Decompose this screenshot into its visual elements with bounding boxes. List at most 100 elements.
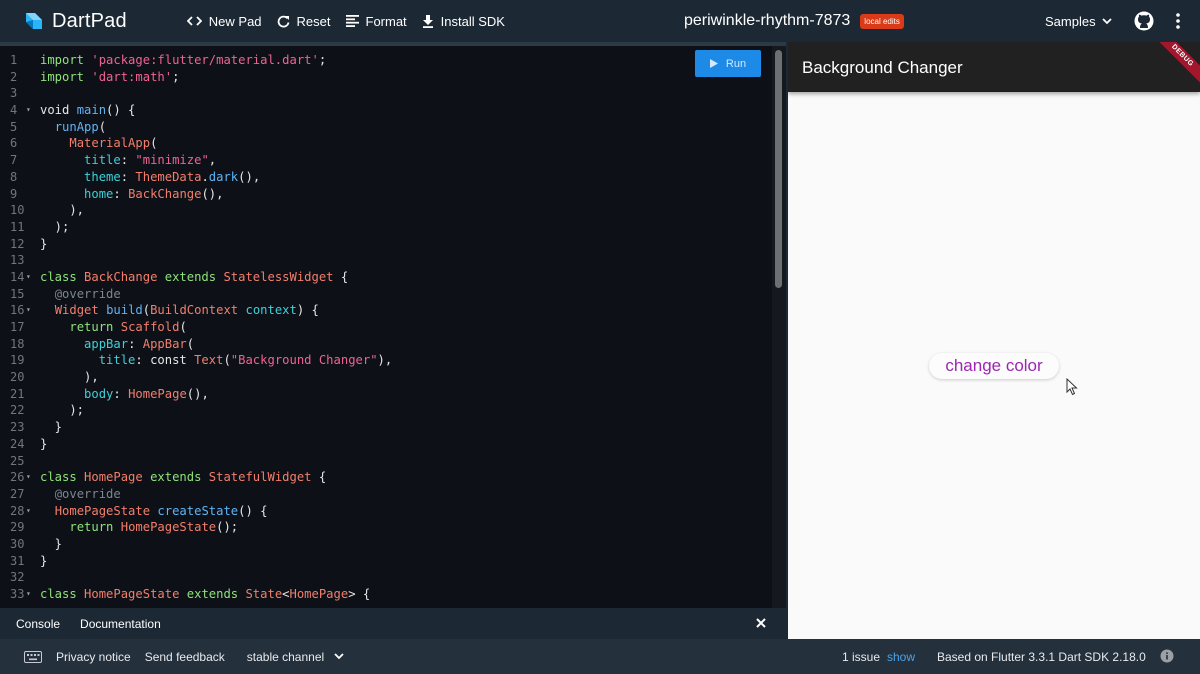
code-line[interactable] [40,85,392,102]
code-line[interactable] [40,569,392,586]
code-token: ) { [296,303,319,318]
code-token: void [40,103,77,118]
code-token: HomePageState [54,503,158,518]
project-name[interactable]: periwinkle-rhythm-7873 [684,12,850,30]
code-token: main [76,103,107,118]
fold-toggle-icon[interactable]: ▾ [26,503,31,520]
code-line[interactable]: void main() { [40,102,392,119]
code-token: dark [208,169,239,184]
line-number: 29 [10,520,25,535]
code-line[interactable]: @override [40,486,392,503]
code-token: "Background Changer" [230,353,378,368]
line-number: 7 [10,153,18,168]
code-token: BuildContext [150,303,246,318]
code-line[interactable]: ), [40,202,392,219]
line-number: 10 [10,203,25,218]
code-line[interactable]: } [40,419,392,436]
code-line[interactable]: runApp( [40,119,392,136]
privacy-notice-link[interactable]: Privacy notice [56,650,131,664]
code-line[interactable]: import 'dart:math'; [40,69,392,86]
install-sdk-button[interactable]: Install SDK [422,7,505,35]
code-line[interactable]: return HomePageState(); [40,519,392,536]
code-line[interactable]: } [40,436,392,453]
line-number: 32 [10,570,25,585]
line-number: 9 [10,186,18,201]
code-line[interactable]: body: HomePage(), [40,386,392,403]
code-line[interactable]: class BackChange extends StatelessWidget… [40,269,392,286]
code-line[interactable]: return Scaffold( [40,319,392,336]
code-line[interactable]: @override [40,286,392,303]
channel-dropdown[interactable]: stable channel [247,650,344,664]
code-line[interactable]: class HomePageState extends State<HomePa… [40,586,392,603]
code-token: 'package:flutter/material.dart' [91,53,319,67]
editor-scrollbar[interactable] [772,46,786,608]
send-feedback-link[interactable]: Send feedback [145,650,225,664]
run-button[interactable]: Run [695,50,761,77]
code-line[interactable]: HomePageState createState() { [40,503,392,520]
reset-button[interactable]: Reset [277,7,331,35]
code-line[interactable]: Widget build(BuildContext context) { [40,302,392,319]
change-color-button[interactable]: change color [929,353,1059,379]
code-line[interactable]: ); [40,219,392,236]
code-token: ; [318,53,327,67]
code-line[interactable] [40,453,392,470]
code-token: State [245,587,283,601]
close-icon[interactable] [754,616,768,630]
code-line[interactable]: import 'package:flutter/material.dart'; [40,52,392,69]
fold-toggle-icon[interactable]: ▾ [26,269,31,286]
fold-toggle-icon[interactable]: ▾ [26,586,31,603]
code-line[interactable]: } [40,236,392,253]
code-token: : [120,169,136,184]
code-token: } [40,236,48,251]
code-content[interactable]: import 'package:flutter/material.dart'; i… [40,52,392,603]
github-icon[interactable] [1134,11,1154,31]
top-bar: DartPad New Pad Reset Format Install SDK… [0,0,1200,42]
more-vert-icon[interactable] [1175,12,1181,30]
code-token: ThemeData [135,169,202,184]
code-line[interactable]: ), [40,369,392,386]
code-line[interactable]: class HomePage extends StatefulWidget { [40,469,392,486]
line-number: 1 [10,53,18,67]
tab-console[interactable]: Console [16,617,60,631]
code-token: context [245,303,297,318]
code-token: AppBar [142,336,187,351]
fold-toggle-icon[interactable]: ▾ [26,102,31,119]
fold-toggle-icon[interactable]: ▾ [26,469,31,486]
line-number: 12 [10,236,25,251]
show-issues-link[interactable]: show [887,650,915,664]
tab-documentation[interactable]: Documentation [80,617,161,631]
app-bar: Background Changer [788,42,1200,92]
code-line[interactable]: } [40,553,392,570]
code-line[interactable]: } [40,536,392,553]
new-pad-button[interactable]: New Pad [186,7,262,35]
info-icon[interactable] [1160,649,1174,663]
line-number: 20 [10,370,25,385]
code-line[interactable]: title: "minimize", [40,152,392,169]
code-token: (), [201,186,224,201]
code-token: return [69,520,121,535]
dartpad-logo[interactable]: DartPad [22,10,127,33]
line-number: 23 [10,420,25,435]
code-token: ), [377,353,393,368]
keyboard-icon[interactable] [24,650,42,663]
fold-toggle-icon[interactable]: ▾ [26,302,31,319]
code-token: title [84,153,121,168]
line-number: 24 [10,436,25,451]
code-token: : [113,386,129,401]
scrollbar-thumb[interactable] [775,50,782,288]
code-token: (); [216,520,239,535]
code-token: : [128,336,143,351]
app-bar-title: Background Changer [802,58,963,77]
code-line[interactable]: MaterialApp( [40,135,392,152]
code-line[interactable]: appBar: AppBar( [40,336,392,353]
samples-dropdown[interactable]: Samples [1045,0,1112,42]
refresh-icon [277,15,289,27]
code-line[interactable]: theme: ThemeData.dark(), [40,169,392,186]
code-line[interactable]: home: BackChange(), [40,186,392,203]
code-line[interactable]: ); [40,402,392,419]
code-line[interactable] [40,252,392,269]
format-button[interactable]: Format [345,7,407,35]
code-line[interactable]: title: const Text("Background Changer"), [40,352,393,369]
